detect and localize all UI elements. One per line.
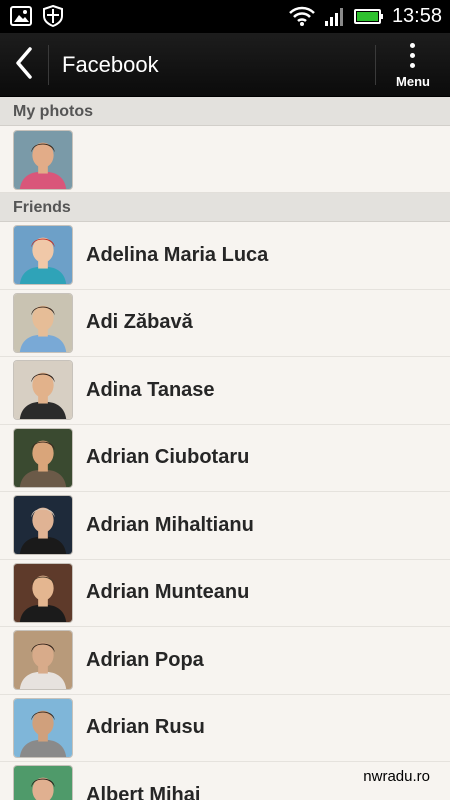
phone-screen: 13:58 Facebook Menu My photos Friends Ad… [0,0,450,800]
friend-row[interactable]: Adelina Maria Luca [0,222,450,290]
gallery-icon [10,5,32,27]
friend-avatar [13,360,73,421]
signal-icon [324,5,346,27]
friend-name: Adelina Maria Luca [86,243,269,266]
friend-name: Adrian Ciubotaru [86,446,250,469]
friend-avatar [13,292,73,353]
page-title: Facebook [62,52,159,77]
friend-name: Adi Zăbavă [86,311,193,334]
status-bar-notifications [10,4,64,28]
friend-avatar [13,225,73,286]
friend-row[interactable]: Adrian Rusu [0,694,450,762]
friend-avatar [13,697,73,758]
friends-list: Adelina Maria Luca Adi Zăbavă Adina Tanase… [0,222,450,800]
status-bar-system: 13:58 [288,3,442,29]
friend-name: Albert Mihai [86,783,201,800]
menu-button[interactable]: Menu [376,33,450,97]
action-bar-divider [48,45,49,85]
friend-row[interactable]: Adrian Munteanu [0,559,450,627]
friend-name: Adina Tanase [86,378,215,401]
friend-name: Adrian Mihaltianu [86,513,254,536]
friend-avatar [13,495,73,556]
friend-name: Adrian Munteanu [86,581,250,604]
friend-row[interactable]: Adrian Ciubotaru [0,424,450,492]
friend-row[interactable]: Adina Tanase [0,357,450,425]
menu-label: Menu [396,74,430,89]
status-bar: 13:58 [0,0,450,33]
shield-icon [42,4,64,28]
battery-icon [353,5,384,27]
friend-row[interactable]: Adi Zăbavă [0,289,450,357]
status-clock: 13:58 [391,5,442,27]
my-photos-row [0,126,450,193]
friend-avatar [13,562,73,623]
overflow-menu-icon [410,43,416,73]
wifi-icon [288,5,316,27]
friend-name: Adrian Rusu [86,716,205,739]
friend-name: Adrian Popa [86,648,204,671]
content-list: My photos Friends Adelina Maria Luca Adi … [0,97,450,800]
friend-avatar [13,630,73,691]
action-bar: Facebook Menu [0,33,450,97]
friend-row[interactable]: Adrian Mihaltianu [0,492,450,560]
watermark: nwradu.ro [363,768,430,785]
section-header-friends: Friends [0,193,450,222]
section-header-my-photos: My photos [0,97,450,126]
friend-avatar [13,765,73,800]
back-button[interactable] [0,33,48,97]
my-photo-thumbnail[interactable] [13,130,73,190]
friend-avatar [13,427,73,488]
friend-row[interactable]: Adrian Popa [0,627,450,695]
chevron-left-icon [13,46,35,85]
